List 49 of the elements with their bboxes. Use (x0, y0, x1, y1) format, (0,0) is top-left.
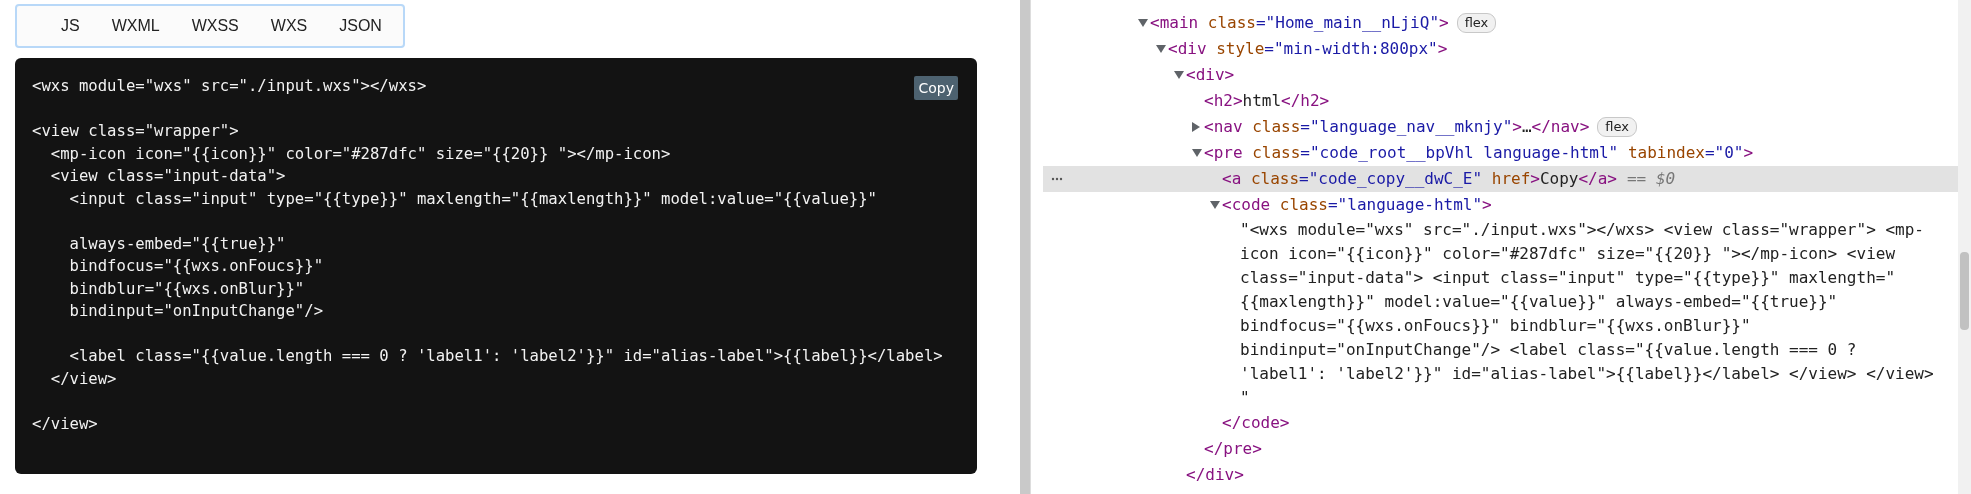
language-tab[interactable]: JS (45, 13, 96, 39)
dom-tree-row[interactable]: <pre class="code_root__bpVhl language-html" tabindex="0"> (1043, 140, 1958, 166)
dom-tree-row[interactable]: <h2>html</h2> (1043, 88, 1958, 114)
code-line: </view> (32, 414, 98, 433)
node-text: "<wxs module="wxs" src="./input.wxs"></wxs> <view class="wrapper"> <mp-icon icon="{{icon}}" color="#287dfc" size="{{20}} "></mp-icon> <view class="input-data"> <input class="input" type="{{type}}" maxlength="{{maxlength}}" model:value="{{value}}" always-embed="{{true}}" bindfocus="{{wxs.onFoucs}}" bindblur="{{wxs.onBlur}}" bindinput="onInputChange"/> <label class="{{value.length === 0 ? 'label1': 'label2'}}" id="alias-label">{{label}}</label> </view> </view> " (1240, 219, 1935, 409)
code-line: bindblur="{{wxs.onBlur}}" (68, 279, 305, 298)
expanded-triangle-icon[interactable] (1174, 71, 1184, 79)
element-tag: <main class="Home_main__nLjiQ"> (1150, 11, 1449, 35)
expanded-triangle-icon[interactable] (1210, 201, 1220, 209)
element-tag: <div style="min-width:800px"> (1168, 37, 1448, 61)
code-line: <input class="input" type="{{type}}" maxlength="{{maxlength}}" model:value="{{value}}" (68, 189, 877, 208)
language-tab[interactable]: WXML (95, 13, 176, 39)
element-tag: <code class="language-html"> (1222, 193, 1492, 217)
dom-tree-row[interactable]: <div style="min-width:800px"> (1043, 36, 1958, 62)
dom-tree-row[interactable]: <nav class="language_nav__mknjy">…</nav> flex (1043, 114, 1958, 140)
dom-tree-row[interactable]: <code class="language-html"> (1043, 192, 1958, 218)
language-tab[interactable]: WXS (254, 13, 324, 39)
expanded-triangle-icon[interactable] (1156, 45, 1166, 53)
code-line: bindinput="onInputChange"/> (68, 302, 324, 320)
code-line: always-embed="{{true}}" (68, 234, 286, 253)
element-tag: <h2>html</h2> (1204, 89, 1330, 113)
code-line: <label class="{{value.length === 0 ? 'label1': 'label2'}}" id="alias-label">{{label}}</label> (68, 347, 943, 365)
code-line: <view class="wrapper"> (32, 122, 239, 140)
expanded-triangle-icon[interactable] (1192, 149, 1202, 157)
more-icon[interactable] (1051, 177, 1063, 181)
dom-tree-row[interactable]: <main class="Home_main__nLjiQ"> flex (1043, 10, 1958, 36)
code-line: <mp-icon icon="{{icon}}" color="#287dfc" size="{{20}} "></mp-icon> (49, 144, 671, 163)
closing-tag: </div> (1186, 463, 1244, 487)
selected-node-marker: == $0 (1627, 168, 1676, 190)
element-tag: <a class="code_copy__dwC_E" href>Copy</a> (1222, 167, 1617, 191)
language-tab[interactable]: WXSS (175, 13, 255, 39)
code-line: <wxs module="wxs" src="./input.wxs"></wxs> (32, 77, 427, 95)
closing-tag: </code> (1222, 411, 1290, 435)
flex-badge[interactable]: flex (1456, 13, 1497, 33)
copy-button[interactable]: Copy (914, 76, 958, 100)
flex-badge[interactable]: flex (1597, 117, 1637, 137)
scrollbar[interactable] (1958, 0, 1971, 494)
element-tag: <pre class="code_root__bpVhl language-html" tabindex="0"> (1204, 141, 1754, 165)
closing-tag: </pre> (1204, 437, 1262, 461)
code-line: <view class="input-data"> (49, 167, 286, 185)
collapsed-triangle-icon[interactable] (1192, 122, 1200, 132)
element-tag: <div> (1186, 63, 1235, 87)
code-line: </view> (49, 369, 117, 388)
dom-tree-row[interactable]: <div> (1043, 62, 1958, 88)
dom-tree-row[interactable]: <a class="code_copy__dwC_E" href>Copy</a> == $0 (1043, 166, 1958, 192)
element-tag: <nav class="language_nav__mknjy">…</nav> (1204, 115, 1590, 139)
language-tab[interactable]: JSON (323, 13, 398, 39)
expanded-triangle-icon[interactable] (1138, 19, 1148, 27)
code-line: bindfocus="{{wxs.onFoucs}}" (68, 257, 324, 275)
